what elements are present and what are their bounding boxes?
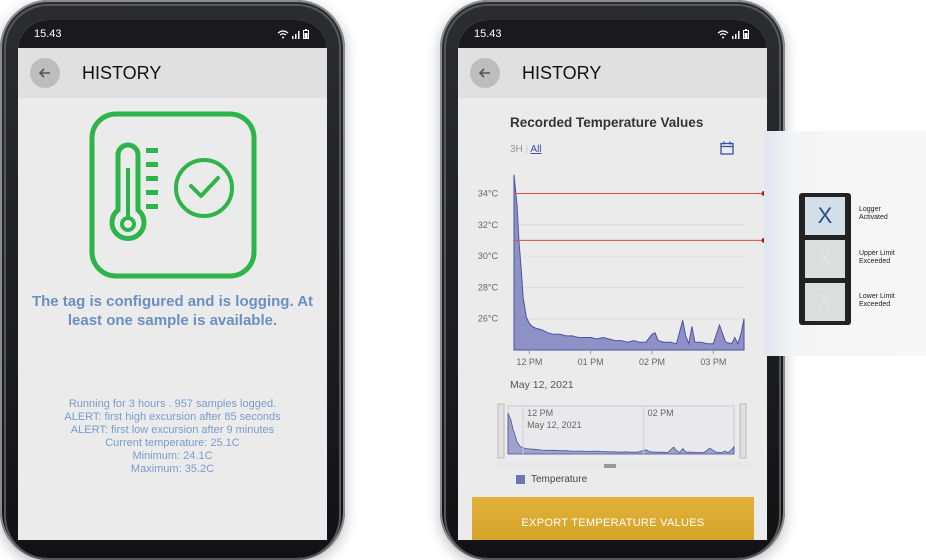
signal-icon [732,30,740,39]
status-bar: 15.43 [18,20,327,48]
indicator-label-logger: Logger Activated [859,206,888,222]
export-temperature-button[interactable]: EXPORT TEMPERATURE VALUES [472,497,754,540]
chart-legend[interactable]: Temperature [516,474,587,485]
back-button[interactable] [470,58,500,88]
log-detail-line: Running for 3 hours . 957 samples logged… [68,398,277,410]
range-all-button[interactable]: All [530,144,541,155]
navigator-chart[interactable]: 12 PM May 12, 2021 02 PM [496,402,756,468]
indicator-strip: X X X [799,193,851,325]
navigator-scroll-thumb [604,464,616,468]
phone-left: 15.43 HISTORY The tag is configured and … [0,0,345,560]
battery-icon [303,29,309,39]
battery-icon [743,29,749,39]
log-detail-line: Maximum: 35.2C [130,463,215,475]
indicator-label-upper: Upper Limit Exceeded [859,250,895,266]
y-tick-label: 34°C [478,188,499,198]
log-detail-line: ALERT: first high excursion after 85 sec… [64,411,281,423]
log-detail-line: Minimum: 24.1C [132,450,213,462]
log-detail-line: ALERT: first low excursion after 9 minut… [70,424,275,436]
y-tick-label: 30°C [478,251,499,261]
navigator-scrollbar-track [496,462,756,468]
navigator-right-handle [739,403,747,459]
x-tick-label: 12 PM [516,357,542,367]
legend-swatch [516,475,525,484]
logging-status-message: The tag is configured and is logging. At… [31,293,314,329]
back-button[interactable] [30,58,60,88]
arrow-left-icon [38,68,50,78]
indicator-label-line: Logger [859,206,881,213]
app-bar: HISTORY [18,48,327,98]
indicator-label-lower: Lower Limit Exceeded [859,293,895,309]
navigator-left-handle [497,403,505,459]
thermometer-clock-icon [89,111,257,279]
screen-left: 15.43 HISTORY The tag is configured and … [18,20,327,540]
logger-activated-indicator: X [805,197,845,235]
log-details: Running for 3 hours . 957 samples logged… [26,398,319,476]
status-time: 15.43 [474,28,502,40]
upper-limit-indicator: X [805,240,845,278]
phone-right: 15.43 HISTORY Recorded Temperature Value… [440,0,785,560]
indicator-label-line: Exceeded [859,301,891,308]
chart-title: Recorded Temperature Values [510,115,704,130]
navigator-x-label: 02 PM [648,408,674,418]
page-title: HISTORY [82,62,162,83]
indicator-label-line: Lower Limit [859,293,895,300]
wifi-icon [717,29,729,38]
status-icons [277,29,309,39]
navigator-x-label: 12 PM [527,408,553,418]
calendar-icon[interactable] [720,141,734,155]
x-tick-label: 03 PM [700,357,726,367]
arrow-left-icon [478,68,490,78]
status-icons [717,29,749,39]
page-title: HISTORY [522,62,602,83]
y-tick-label: 32°C [478,220,499,230]
app-bar: HISTORY [458,48,767,98]
temperature-chart: 34°C 32°C 30°C 28°C 26°C 12 PM 01 PM 02 PM 03 PM [478,174,767,367]
range-3h-button[interactable]: 3H [510,144,523,155]
navigator-date-label: May 12, 2021 [527,420,582,430]
indicator-label-line: Upper Limit [859,250,895,257]
wifi-icon [277,29,289,38]
y-tick-label: 26°C [478,314,499,324]
signal-icon [292,30,300,39]
y-tick-label: 28°C [478,282,499,292]
legend-label: Temperature [531,474,588,485]
indicator-label-line: Exceeded [859,258,891,265]
x-tick-label: 02 PM [639,357,665,367]
screen-right: 15.43 HISTORY Recorded Temperature Value… [458,20,767,540]
temperature-area [513,174,745,351]
status-time: 15.43 [34,28,62,40]
indicator-label-line: Activated [859,214,888,221]
indicator-label-card: X X X Logger Activated Upper Limit Excee… [764,131,926,356]
lower-limit-indicator: X [805,283,845,321]
range-selector: 3H | All [510,144,542,155]
x-tick-label: 01 PM [578,357,604,367]
status-bar: 15.43 [458,20,767,48]
log-detail-line: Current temperature: 25.1C [105,437,240,449]
chart-date-label: May 12, 2021 [510,379,574,391]
